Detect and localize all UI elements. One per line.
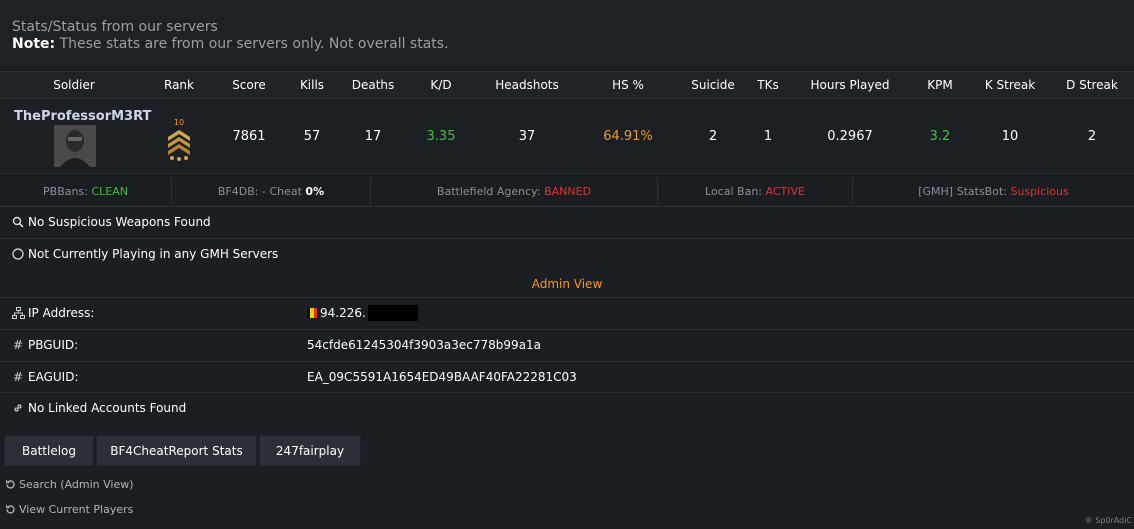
stats-header: Stats/Status from our servers Note: Thes… bbox=[0, 0, 1134, 68]
eaguid-row: # EAGUID: EA_09C5591A1654ED49BAAF40FA222… bbox=[0, 361, 1134, 391]
col-kills: Kills bbox=[299, 78, 325, 92]
stats-note: Note: These stats are from our servers o… bbox=[12, 36, 1122, 53]
link-icon bbox=[11, 402, 25, 414]
ip-address-row: IP Address: 94.226. bbox=[0, 297, 1134, 327]
col-kd: K/D bbox=[430, 78, 452, 92]
col-suicide: Suicide bbox=[691, 78, 735, 92]
local-ban-status: Local Ban: ACTIVE bbox=[658, 177, 853, 205]
rank-number: 10 bbox=[174, 118, 184, 127]
hs-percent-value: 64.91% bbox=[603, 129, 653, 144]
k-streak-value: 10 bbox=[1001, 129, 1019, 144]
247fairplay-button[interactable]: 247fairplay bbox=[259, 435, 361, 466]
note-text: These stats are from our servers only. N… bbox=[55, 36, 449, 52]
ip-address-label: IP Address: bbox=[28, 306, 95, 320]
battlefield-agency-status: Battlefield Agency: BANNED bbox=[371, 177, 658, 205]
hash-icon: # bbox=[12, 370, 24, 384]
redaction-box bbox=[367, 305, 418, 321]
circle-icon bbox=[11, 247, 25, 261]
col-soldier: Soldier bbox=[53, 78, 95, 92]
belgium-flag-icon bbox=[307, 308, 317, 318]
refresh-icon bbox=[4, 479, 16, 490]
bf4db-status: BF4DB: - Cheat 0% bbox=[172, 177, 371, 205]
suicide-value: 2 bbox=[708, 129, 718, 144]
search-admin-view-link[interactable]: Search (Admin View) bbox=[4, 478, 134, 491]
server-playing-status: Not Currently Playing in any GMH Servers bbox=[0, 238, 1134, 268]
pbbans-status: PBBans: CLEAN bbox=[0, 177, 172, 205]
col-score: Score bbox=[232, 78, 266, 92]
refresh-icon bbox=[4, 504, 16, 515]
col-kpm: KPM bbox=[927, 78, 953, 92]
view-current-players-link[interactable]: View Current Players bbox=[4, 503, 133, 516]
watermark: ® Sp0rAdiC bbox=[1084, 516, 1132, 525]
admin-view-title: Admin View bbox=[0, 270, 1134, 297]
score-value: 7861 bbox=[232, 129, 266, 144]
rank-insignia-icon: 10 bbox=[164, 117, 194, 161]
col-tks: TKs bbox=[757, 78, 779, 92]
col-d-streak: D Streak bbox=[1066, 78, 1118, 92]
linked-accounts-row: No Linked Accounts Found bbox=[0, 392, 1134, 422]
pbguid-row: # PBGUID: 54cfde61245304f3903a3ec778b99a… bbox=[0, 329, 1134, 359]
bf4cheatreport-button[interactable]: BF4CheatReport Stats bbox=[96, 435, 257, 466]
soldier-name-link[interactable]: TheProfessorM3RT bbox=[14, 109, 151, 124]
note-label: Note: bbox=[12, 36, 56, 52]
kd-value: 3.35 bbox=[426, 129, 456, 144]
hours-played-value: 0.2967 bbox=[827, 129, 873, 144]
suspicious-weapons-status: No Suspicious Weapons Found bbox=[0, 206, 1134, 236]
tks-value: 1 bbox=[763, 129, 773, 144]
col-k-streak: K Streak bbox=[984, 78, 1036, 92]
search-icon bbox=[11, 215, 25, 229]
stats-table-header: Soldier Rank Score Kills Deaths K/D Head… bbox=[0, 71, 1134, 99]
kills-value: 57 bbox=[303, 129, 321, 144]
linked-accounts-text: No Linked Accounts Found bbox=[28, 401, 187, 415]
hash-icon: # bbox=[12, 338, 24, 352]
headshots-value: 37 bbox=[518, 129, 536, 144]
stats-title: Stats/Status from our servers bbox=[12, 19, 218, 35]
col-headshots: Headshots bbox=[495, 78, 559, 92]
kpm-value: 3.2 bbox=[929, 129, 951, 144]
pbguid-value: 54cfde61245304f3903a3ec778b99a1a bbox=[307, 338, 542, 352]
battlelog-button[interactable]: Battlelog bbox=[4, 435, 94, 466]
statsbot-status: [GMH] StatsBot: Suspicious bbox=[918, 184, 1069, 198]
col-hours-played: Hours Played bbox=[810, 78, 890, 92]
ip-address-value: 94.226. bbox=[320, 306, 366, 320]
ban-status-bar: PBBans: CLEAN BF4DB: - Cheat 0% Battlefi… bbox=[0, 177, 1134, 205]
col-rank: Rank bbox=[164, 78, 194, 92]
d-streak-value: 2 bbox=[1087, 129, 1097, 144]
eaguid-value: EA_09C5591A1654ED49BAAF40FA22281C03 bbox=[307, 370, 577, 384]
deaths-value: 17 bbox=[364, 129, 382, 144]
pbguid-label: PBGUID: bbox=[28, 338, 79, 352]
network-icon bbox=[11, 307, 25, 319]
col-deaths: Deaths bbox=[351, 78, 395, 92]
soldier-avatar bbox=[54, 125, 96, 167]
col-hs-percent: HS % bbox=[612, 78, 644, 92]
eaguid-label: EAGUID: bbox=[28, 370, 79, 384]
